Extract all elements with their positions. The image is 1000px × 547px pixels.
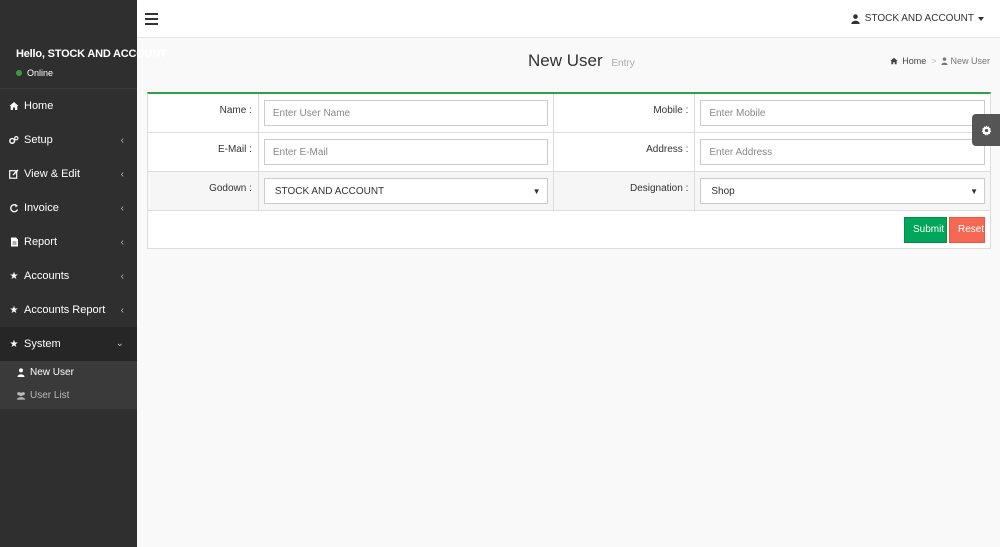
home-icon (890, 57, 898, 65)
designation-label: Designation : (554, 172, 696, 210)
submenu-item-user-list[interactable]: User List (0, 384, 137, 407)
new-user-form: Name : Mobile : E-Mail : Address : Godow… (147, 92, 991, 249)
users-icon (16, 391, 26, 400)
email-input[interactable] (263, 139, 548, 165)
breadcrumb: Home > New User (890, 56, 990, 66)
sidebar-item-accounts[interactable]: ★ Accounts ‹ (0, 259, 137, 293)
breadcrumb-home-link[interactable]: Home (902, 56, 926, 66)
star-icon: ★ (9, 304, 19, 316)
name-input[interactable] (263, 100, 548, 126)
sidebar-item-label: Accounts (24, 270, 70, 282)
status-text: Online (27, 68, 54, 78)
chevron-down-icon: ⌄ (115, 338, 124, 349)
star-icon: ★ (9, 270, 19, 282)
mobile-label: Mobile : (554, 94, 696, 132)
designation-select[interactable]: Shop ▼ (700, 178, 985, 204)
sidebar-item-home[interactable]: Home (0, 89, 137, 123)
form-row-name-mobile: Name : Mobile : (148, 94, 990, 133)
online-dot-icon (16, 70, 22, 76)
user-panel: Hello, STOCK AND ACCOUNT Online (0, 0, 167, 89)
content-header: New User Entry Home > New User (137, 38, 1000, 92)
sidebar-item-label: System (24, 338, 61, 350)
user-menu-dropdown[interactable]: STOCK AND ACCOUNT (851, 13, 984, 24)
sidebar-item-label: Invoice (24, 202, 59, 214)
reset-button[interactable]: Reset (949, 216, 985, 243)
mobile-input[interactable] (700, 100, 985, 126)
email-label: E-Mail : (148, 133, 259, 171)
form-row-email-address: E-Mail : Address : (148, 133, 990, 172)
sidebar-item-setup[interactable]: Setup ‹ (0, 123, 137, 157)
menu-toggle-icon[interactable] (145, 13, 158, 25)
sidebar-item-report[interactable]: Report ‹ (0, 225, 137, 259)
top-navbar: STOCK AND ACCOUNT (137, 0, 1000, 38)
godown-cell: STOCK AND ACCOUNT ▼ (259, 172, 554, 210)
godown-select[interactable]: STOCK AND ACCOUNT ▼ (263, 178, 548, 204)
sidebar-item-system[interactable]: ★ System ⌄ (0, 327, 137, 361)
cogs-icon (9, 135, 19, 145)
refresh-icon (9, 203, 19, 213)
sidebar-item-label: Accounts Report (24, 304, 106, 316)
chevron-left-icon: ‹ (120, 135, 124, 146)
edit-icon (9, 169, 19, 179)
dropdown-arrow-icon: ▼ (532, 187, 541, 196)
breadcrumb-separator: > (931, 56, 937, 66)
form-row-godown-designation: Godown : STOCK AND ACCOUNT ▼ Designation… (148, 172, 990, 211)
dropdown-arrow-icon: ▼ (970, 187, 978, 196)
godown-selected-value: STOCK AND ACCOUNT (274, 185, 385, 197)
address-label: Address : (554, 133, 696, 171)
greeting: Hello, STOCK AND ACCOUNT (16, 48, 167, 60)
chevron-left-icon: ‹ (120, 169, 124, 180)
page-subtitle: Entry (611, 58, 635, 69)
user-menu-name: STOCK AND ACCOUNT (864, 13, 974, 24)
breadcrumb-current: New User (950, 56, 990, 66)
system-section: ★ System ⌄ New User User List (0, 327, 137, 409)
sidebar-item-accounts-report[interactable]: ★ Accounts Report ‹ (0, 293, 137, 327)
address-cell (695, 133, 990, 171)
sidebar-menu: Home Setup ‹ View & Edit ‹ Invoice ‹ Rep… (0, 89, 137, 327)
mobile-cell (695, 94, 990, 132)
settings-toggle[interactable] (972, 114, 1000, 146)
star-icon: ★ (9, 338, 19, 350)
chevron-left-icon: ‹ (120, 305, 124, 316)
system-submenu: New User User List (0, 361, 137, 409)
submenu-item-label: New User (30, 367, 74, 378)
page-title: New User Entry (528, 51, 635, 71)
name-cell (259, 94, 554, 132)
page-title-text: New User (528, 51, 603, 70)
address-input[interactable] (700, 139, 985, 165)
sidebar-item-label: View & Edit (24, 168, 81, 180)
name-label: Name : (148, 94, 259, 132)
designation-selected-value: Shop (711, 185, 735, 197)
form-actions: Submit Reset (148, 211, 990, 248)
chevron-left-icon: ‹ (120, 203, 124, 214)
sidebar-item-label: Report (24, 236, 58, 248)
sidebar: Hello, STOCK AND ACCOUNT Online Home Set… (0, 0, 167, 547)
caret-down-icon (978, 16, 984, 21)
online-status: Online (16, 68, 137, 78)
submenu-item-label: User List (30, 390, 70, 401)
chevron-left-icon: ‹ (120, 237, 124, 248)
sidebar-item-view-edit[interactable]: View & Edit ‹ (0, 157, 137, 191)
chevron-left-icon: ‹ (120, 271, 124, 282)
file-icon (9, 237, 19, 247)
submit-button[interactable]: Submit (904, 216, 947, 243)
submenu-item-new-user[interactable]: New User (0, 361, 137, 384)
user-icon (851, 13, 860, 24)
email-cell (259, 133, 554, 171)
gear-icon (981, 124, 992, 136)
sidebar-item-invoice[interactable]: Invoice ‹ (0, 191, 137, 225)
user-icon (941, 57, 949, 65)
home-icon (9, 101, 19, 111)
sidebar-item-label: Home (24, 100, 54, 112)
designation-cell: Shop ▼ (695, 172, 990, 210)
sidebar-item-label: Setup (24, 134, 53, 146)
user-icon (16, 368, 26, 377)
godown-label: Godown : (148, 172, 259, 210)
